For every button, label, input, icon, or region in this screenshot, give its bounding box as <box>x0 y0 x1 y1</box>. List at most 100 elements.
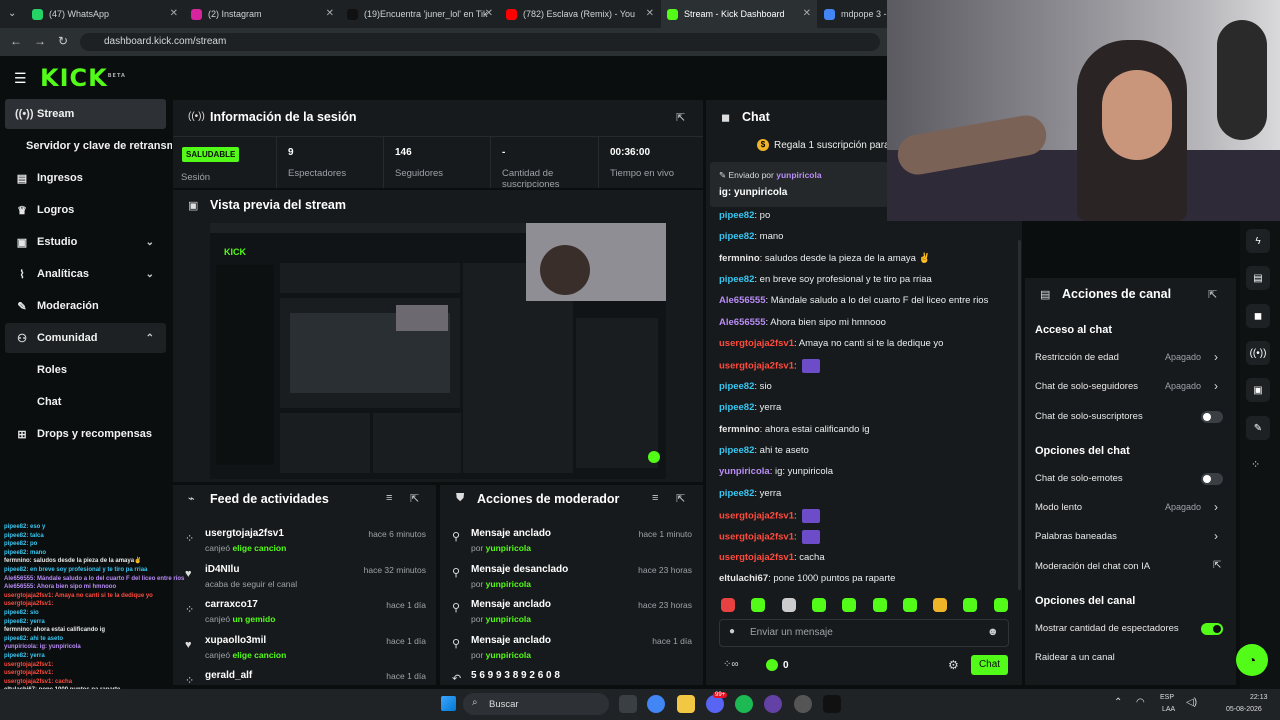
emote-icon[interactable] <box>872 598 887 612</box>
mod-user[interactable]: yunpiricola <box>486 543 531 553</box>
popout-icon[interactable]: ⇱ <box>1208 288 1217 301</box>
tiktok-icon[interactable] <box>823 695 841 713</box>
taskbar-search[interactable] <box>463 693 609 715</box>
chat-username[interactable]: yunpiricola <box>719 466 770 477</box>
feed-user[interactable]: carraxco17 <box>205 599 258 610</box>
close-icon[interactable]: ✕ <box>646 8 654 19</box>
grid-icon[interactable]: ▣ <box>1246 378 1270 402</box>
sidebar-item-stream[interactable]: ((•)) Stream <box>5 99 166 129</box>
chat-username[interactable]: pipee82 <box>719 381 754 392</box>
chat-username[interactable]: eltulachi67 <box>719 573 768 584</box>
kick-logo[interactable]: KICKBETA <box>40 64 126 92</box>
community-icon[interactable]: ⁘ <box>1251 458 1260 471</box>
sidebar-item-studio[interactable]: ▣ Estudio ⌄ <box>5 227 166 257</box>
chrome-icon[interactable] <box>647 695 665 713</box>
popout-icon[interactable]: ⇱ <box>676 492 685 505</box>
wrench-icon[interactable]: ✎ <box>1246 416 1270 440</box>
spotify-icon[interactable] <box>735 695 753 713</box>
external-link-icon[interactable]: ⇱ <box>1213 560 1221 571</box>
popout-icon[interactable]: ⇱ <box>410 492 419 505</box>
chat-icon[interactable]: ◼ <box>1246 304 1270 328</box>
menu-icon[interactable]: ☰ <box>14 70 27 87</box>
chat-username[interactable]: pipee82 <box>719 274 754 285</box>
chat-username[interactable]: fermnino <box>719 424 760 435</box>
chat-username[interactable]: Ale656555 <box>719 317 765 328</box>
feed-user[interactable]: iD4NIlu <box>205 564 239 575</box>
browser-tab[interactable]: Stream - Kick Dashboard ✕ <box>661 0 817 28</box>
chat-username[interactable]: pipee82 <box>719 402 754 413</box>
browser-tab[interactable]: (47) WhatsApp ✕ <box>26 0 184 28</box>
chat-username[interactable]: usergtojaja2fsv1 <box>719 510 794 521</box>
task-view-icon[interactable] <box>619 695 637 713</box>
sidebar-item-roles[interactable]: Roles <box>37 364 67 376</box>
filter-icon[interactable]: ≡ <box>386 492 392 504</box>
back-icon[interactable]: ← <box>10 34 22 48</box>
emote-icon[interactable] <box>963 598 978 612</box>
wifi-icon[interactable]: ◠ <box>1136 697 1145 708</box>
chat-username[interactable]: pipee82 <box>719 445 754 456</box>
close-icon[interactable]: ✕ <box>485 8 493 19</box>
reload-icon[interactable]: ↻ <box>58 34 68 48</box>
emote-icon[interactable] <box>933 598 948 612</box>
chat-username[interactable]: usergtojaja2fsv1 <box>719 552 794 563</box>
emote-icon[interactable] <box>751 598 766 612</box>
chevron-right-icon[interactable]: › <box>1214 350 1218 364</box>
folder-icon[interactable] <box>677 695 695 713</box>
chat-username[interactable]: fermnino <box>719 253 760 264</box>
gift-sub-banner[interactable]: Regala 1 suscripción para <box>774 140 890 151</box>
toggle-switch[interactable] <box>1201 411 1223 423</box>
close-icon[interactable]: ✕ <box>326 8 334 19</box>
sidebar-item-moderation[interactable]: ✎ Moderación <box>5 291 166 321</box>
sidebar-item-analytics[interactable]: ⌇ Analíticas ⌄ <box>5 259 166 289</box>
filter-icon[interactable]: ≡ <box>652 492 658 504</box>
chat-scrollbar[interactable] <box>1018 240 1021 590</box>
emote-icon[interactable] <box>902 598 917 612</box>
emote-icon[interactable] <box>842 598 857 612</box>
chat-username[interactable]: pipee82 <box>719 210 754 221</box>
sidebar-item-drops[interactable]: ⊞ Drops y recompensas <box>5 419 166 449</box>
browser-tab[interactable]: mdpope 3 - <box>818 0 888 28</box>
support-icon[interactable]: ◔ <box>1236 644 1268 676</box>
close-icon[interactable]: ✕ <box>803 8 811 19</box>
emote-icon[interactable] <box>811 598 826 612</box>
volume-icon[interactable]: ◁) <box>1186 697 1197 708</box>
chat-username[interactable]: pipee82 <box>719 488 754 499</box>
windows-start-icon[interactable] <box>441 696 456 711</box>
emoji-icon[interactable]: ☻ <box>987 626 999 638</box>
chat-username[interactable]: usergtojaja2fsv1 <box>719 361 794 372</box>
url-field[interactable]: dashboard.kick.com/stream <box>80 33 880 51</box>
lang-indicator[interactable]: ESP <box>1160 694 1174 701</box>
pinned-user[interactable]: yunpiricola <box>776 170 821 180</box>
mod-user[interactable]: yunpiricola <box>486 614 531 624</box>
chat-username[interactable]: pipee82 <box>719 231 754 242</box>
tray-arrow-icon[interactable]: ⌃ <box>1114 697 1122 708</box>
chat-send-button[interactable]: Chat <box>971 655 1008 675</box>
clock-time[interactable]: 22:13 <box>1250 694 1268 701</box>
community-icon[interactable]: ⁘∞ <box>723 659 739 670</box>
toggle-switch[interactable] <box>1201 473 1223 485</box>
emote-icon[interactable] <box>993 598 1008 612</box>
browser-tab[interactable]: (2) Instagram ✕ <box>185 0 340 28</box>
broadcast-icon[interactable]: ((•)) <box>1246 341 1270 365</box>
sidebar-item-achievements[interactable]: ♛ Logros <box>5 195 166 225</box>
chat-username[interactable]: usergtojaja2fsv1 <box>719 532 794 543</box>
browser-tab[interactable]: (19)Encuentra 'juner_lol' en Tik ✕ <box>341 0 499 28</box>
browser-tab[interactable]: (782) Esclava (Remix) - You ✕ <box>500 0 660 28</box>
stream-preview-video[interactable]: KICK <box>210 223 666 479</box>
chat-username[interactable]: usergtojaja2fsv1 <box>719 338 794 349</box>
close-icon[interactable]: ✕ <box>170 8 178 19</box>
doc-icon[interactable]: ▤ <box>1246 266 1270 290</box>
tab-search-icon[interactable]: ⌄ <box>8 8 16 19</box>
lightning-icon[interactable]: ϟ <box>1246 229 1270 253</box>
chevron-right-icon[interactable]: › <box>1214 500 1218 514</box>
chevron-right-icon[interactable]: › <box>1214 379 1218 393</box>
feed-user[interactable]: gerald_alf <box>205 670 252 681</box>
mod-user[interactable]: yunpiricola <box>486 650 531 660</box>
popout-icon[interactable]: ⇱ <box>676 111 685 124</box>
settings-icon[interactable]: ⚙ <box>948 658 959 672</box>
steam-icon[interactable] <box>794 695 812 713</box>
forward-icon[interactable]: → <box>34 34 46 48</box>
emote-icon[interactable] <box>721 598 735 612</box>
chat-username[interactable]: Ale656555 <box>719 295 765 306</box>
mod-user[interactable]: yunpiricola <box>486 579 531 589</box>
